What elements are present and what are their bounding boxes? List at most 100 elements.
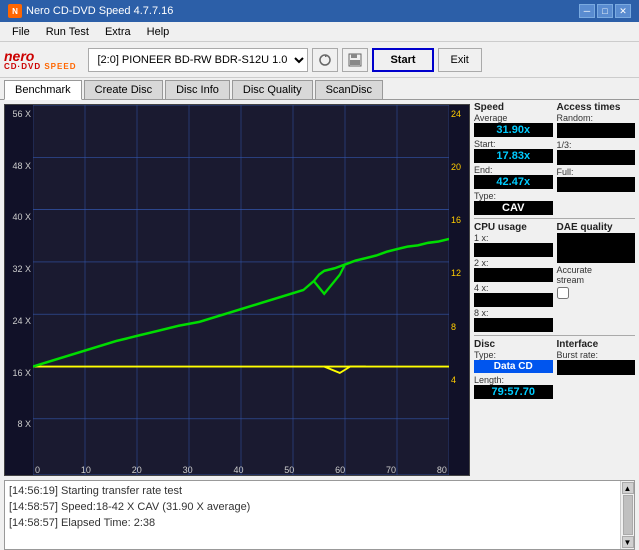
accurate-stream-label2: stream xyxy=(557,275,636,285)
y-label-24: 24 X xyxy=(7,316,31,326)
y-label-32: 32 X xyxy=(7,264,31,274)
x-label-20: 20 xyxy=(132,465,142,475)
burst-rate-box xyxy=(557,360,636,375)
checkbox-row xyxy=(557,287,636,299)
x-label-60: 60 xyxy=(335,465,345,475)
cpu-8x-box xyxy=(474,318,553,332)
nero-sub-logo: CD·DVD SPEED xyxy=(4,63,76,71)
refresh-button[interactable] xyxy=(312,48,338,72)
y-axis-right: 24 20 16 12 8 4 xyxy=(449,105,469,475)
speed-section: Speed Average 31.90x Start: 17.83x End: … xyxy=(474,102,553,215)
y-right-16: 16 xyxy=(451,215,467,225)
scroll-thumb[interactable] xyxy=(623,495,633,535)
speed-header: Speed xyxy=(474,102,553,113)
end-value: 42.47x xyxy=(474,175,553,189)
disc-header: Disc xyxy=(474,339,553,350)
average-value: 31.90x xyxy=(474,123,553,137)
accurate-stream-label: Accurate xyxy=(557,265,636,275)
dae-section: DAE quality Accurate stream xyxy=(557,222,636,332)
disc-interface-section: Disc Type: Data CD Length: 79:57.70 Inte… xyxy=(474,339,635,399)
divider-2 xyxy=(474,335,635,336)
right-panel: Speed Average 31.90x Start: 17.83x End: … xyxy=(474,100,639,480)
y-label-48: 48 X xyxy=(7,161,31,171)
start-label: Start: xyxy=(474,139,553,149)
disc-section: Disc Type: Data CD Length: 79:57.70 xyxy=(474,339,553,399)
y-right-8: 8 xyxy=(451,322,467,332)
menu-extra[interactable]: Extra xyxy=(97,24,139,40)
tab-scan-disc[interactable]: ScanDisc xyxy=(315,80,383,99)
log-scrollbar[interactable]: ▲ ▼ xyxy=(620,481,634,549)
chart-svg xyxy=(33,105,449,475)
random-value-box xyxy=(557,123,636,138)
y-label-16: 16 X xyxy=(7,368,31,378)
cpu-2x-box xyxy=(474,268,553,282)
maximize-button[interactable]: □ xyxy=(597,4,613,18)
cpu-2x-label: 2 x: xyxy=(474,258,553,268)
save-icon xyxy=(347,52,363,68)
type-value: CAV xyxy=(474,201,553,215)
menu-help[interactable]: Help xyxy=(139,24,178,40)
x-label-80: 80 xyxy=(437,465,447,475)
log-line-2: [14:58:57] Speed:18-42 X CAV (31.90 X av… xyxy=(9,499,616,515)
y-right-4: 4 xyxy=(451,375,467,385)
full-label: Full: xyxy=(557,167,636,177)
full-value-box xyxy=(557,177,636,192)
tabs-bar: Benchmark Create Disc Disc Info Disc Qua… xyxy=(0,78,639,100)
access-times-header: Access times xyxy=(557,102,636,113)
save-button[interactable] xyxy=(342,48,368,72)
main-content: 56 X 48 X 40 X 32 X 24 X 16 X 8 X xyxy=(0,100,639,480)
menu-file[interactable]: File xyxy=(4,24,38,40)
chart-area: 56 X 48 X 40 X 32 X 24 X 16 X 8 X xyxy=(4,104,470,476)
onethird-label: 1/3: xyxy=(557,140,636,150)
cpu-header: CPU usage xyxy=(474,222,553,233)
minimize-button[interactable]: ─ xyxy=(579,4,595,18)
menu-run-test[interactable]: Run Test xyxy=(38,24,97,40)
chart-container: 56 X 48 X 40 X 32 X 24 X 16 X 8 X xyxy=(0,100,474,480)
close-button[interactable]: ✕ xyxy=(615,4,631,18)
accurate-stream-checkbox[interactable] xyxy=(557,287,569,299)
x-label-30: 30 xyxy=(183,465,193,475)
refresh-icon xyxy=(317,52,333,68)
onethird-value-box xyxy=(557,150,636,165)
length-label: Length: xyxy=(474,375,553,385)
scroll-up-button[interactable]: ▲ xyxy=(622,482,634,494)
nero-logo-text: nero xyxy=(4,49,34,63)
tab-benchmark[interactable]: Benchmark xyxy=(4,80,82,100)
start-value: 17.83x xyxy=(474,149,553,163)
y-label-8: 8 X xyxy=(7,419,31,429)
menu-bar: File Run Test Extra Help xyxy=(0,22,639,42)
cpu-4x-box xyxy=(474,293,553,307)
nero-logo: nero CD·DVD SPEED xyxy=(4,49,76,71)
scroll-down-button[interactable]: ▼ xyxy=(622,536,634,548)
y-right-12: 12 xyxy=(451,268,467,278)
app-icon: N xyxy=(8,4,22,18)
y-label-40: 40 X xyxy=(7,212,31,222)
x-label-50: 50 xyxy=(284,465,294,475)
cpu-section: CPU usage 1 x: 2 x: 4 x: 8 x: xyxy=(474,222,553,332)
dae-header: DAE quality xyxy=(557,222,636,233)
tab-create-disc[interactable]: Create Disc xyxy=(84,80,163,99)
cpu-dae-section: CPU usage 1 x: 2 x: 4 x: 8 x: DAE qualit… xyxy=(474,222,635,332)
exit-button[interactable]: Exit xyxy=(438,48,482,72)
y-right-24: 24 xyxy=(451,109,467,119)
tab-disc-quality[interactable]: Disc Quality xyxy=(232,80,313,99)
tab-disc-info[interactable]: Disc Info xyxy=(165,80,230,99)
type-label: Type: xyxy=(474,191,553,201)
x-label-40: 40 xyxy=(233,465,243,475)
interface-header: Interface xyxy=(557,339,636,350)
x-axis: 0 10 20 30 40 50 60 70 80 xyxy=(33,465,449,475)
cpu-8x-label: 8 x: xyxy=(474,308,553,318)
toolbar: nero CD·DVD SPEED [2:0] PIONEER BD-RW BD… xyxy=(0,42,639,78)
start-button[interactable]: Start xyxy=(372,48,433,72)
x-label-0: 0 xyxy=(35,465,40,475)
top-section: Speed Average 31.90x Start: 17.83x End: … xyxy=(474,102,635,215)
disc-type-value: Data CD xyxy=(474,360,553,373)
disc-type-label: Type: xyxy=(474,350,553,360)
interface-section: Interface Burst rate: xyxy=(557,339,636,399)
length-value: 79:57.70 xyxy=(474,385,553,399)
y-label-56: 56 X xyxy=(7,109,31,119)
x-label-70: 70 xyxy=(386,465,396,475)
app-title: Nero CD-DVD Speed 4.7.7.16 xyxy=(26,5,579,17)
drive-select[interactable]: [2:0] PIONEER BD-RW BDR-S12U 1.00 xyxy=(88,48,308,72)
log-content: [14:56:19] Starting transfer rate test [… xyxy=(5,481,620,549)
